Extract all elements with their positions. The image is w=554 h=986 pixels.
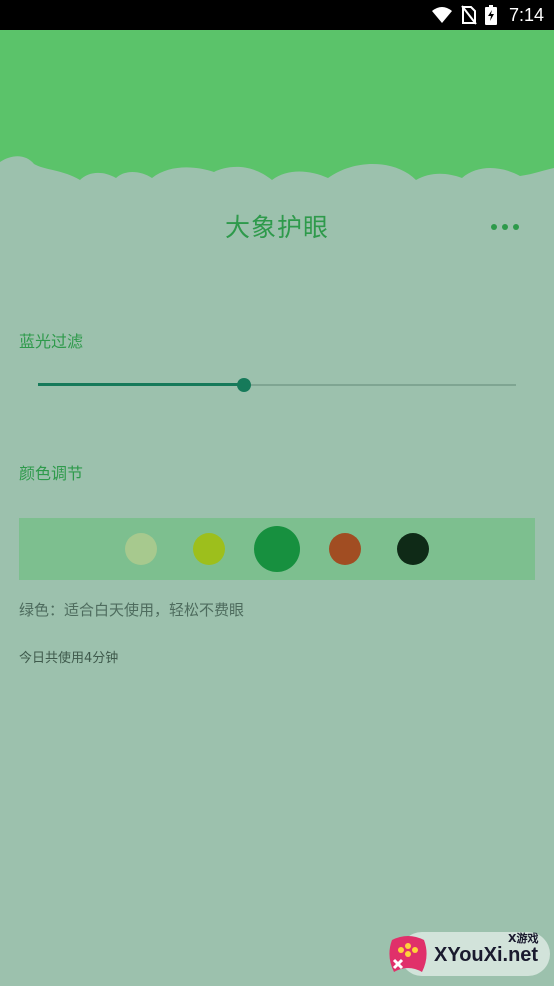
no-sim-icon: [461, 5, 477, 25]
blue-light-label: 蓝光过滤: [19, 332, 84, 351]
status-icons: 7:14: [431, 0, 544, 30]
usage-time-text: 今日共使用4分钟: [19, 651, 119, 666]
color-description: 绿色：适合白天使用，轻松不费眼: [19, 601, 245, 619]
blue-light-slider[interactable]: [38, 375, 516, 395]
color-adjust-label: 颜色调节: [19, 464, 84, 483]
color-swatch[interactable]: [193, 533, 225, 565]
slider-thumb[interactable]: [236, 378, 251, 392]
color-swatch[interactable]: [329, 533, 361, 565]
color-swatch[interactable]: [125, 533, 157, 565]
more-options-button[interactable]: [484, 214, 526, 240]
status-time: 7:14: [508, 4, 544, 25]
battery-charging-icon: [484, 5, 497, 25]
wifi-icon: [431, 6, 453, 24]
app-title: 大象护眼: [224, 213, 329, 242]
color-swatch[interactable]: [397, 533, 429, 565]
more-dots-icon: [490, 223, 520, 231]
header-cloud-banner: [0, 30, 554, 200]
watermark: X游戏 XYouXi.net: [382, 924, 550, 980]
color-swatch[interactable]: [254, 526, 300, 572]
status-bar: 7:14: [0, 0, 554, 30]
color-swatch-bar: [19, 518, 535, 580]
slider-fill: [38, 383, 244, 386]
watermark-main: XYouXi.net: [434, 944, 539, 966]
gamepad-logo-icon: [384, 934, 432, 978]
